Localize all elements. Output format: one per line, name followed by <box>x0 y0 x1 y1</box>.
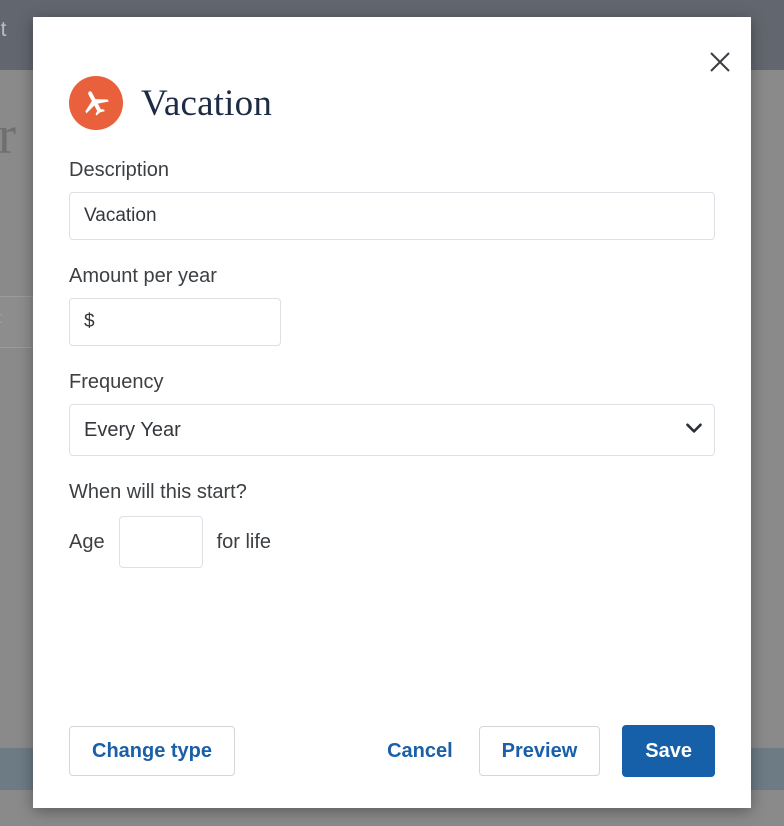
description-label: Description <box>69 159 170 181</box>
airplane-icon <box>69 76 123 130</box>
background-card-text: art <box>0 308 2 328</box>
field-description: Description <box>69 158 715 240</box>
modal-header: Vacation <box>69 76 715 130</box>
field-frequency: Frequency Every Year <box>69 370 715 456</box>
page-title: Vacation <box>141 82 273 124</box>
frequency-select-wrap: Every Year <box>69 404 715 456</box>
preview-button[interactable]: Preview <box>478 725 601 776</box>
footer-actions: Cancel Preview Save <box>383 724 715 777</box>
background-page-heading: ar <box>0 105 16 165</box>
start-row: Age for life <box>69 516 715 568</box>
background-topbar-text: est <box>0 18 7 41</box>
modal-footer: Change type Cancel Preview Save <box>33 693 751 808</box>
amount-input[interactable] <box>69 298 281 346</box>
save-button[interactable]: Save <box>622 724 715 777</box>
modal-body: Vacation Description Amount per year Fre… <box>33 17 751 568</box>
frequency-label: Frequency <box>69 371 164 393</box>
age-prefix-label: Age <box>69 530 105 553</box>
start-label: When will this start? <box>69 481 247 503</box>
vacation-modal: Vacation Description Amount per year Fre… <box>33 17 751 808</box>
change-type-button[interactable]: Change type <box>69 725 236 776</box>
start-suffix-label: for life <box>216 530 272 553</box>
frequency-select[interactable]: Every Year <box>69 404 715 456</box>
description-input[interactable] <box>69 192 715 240</box>
age-input[interactable] <box>118 516 203 568</box>
field-amount: Amount per year <box>69 264 715 346</box>
close-button[interactable] <box>703 45 737 79</box>
cancel-button[interactable]: Cancel <box>383 727 457 775</box>
amount-label: Amount per year <box>69 265 217 287</box>
close-icon <box>709 51 731 73</box>
field-start: When will this start? Age for life <box>69 480 715 568</box>
